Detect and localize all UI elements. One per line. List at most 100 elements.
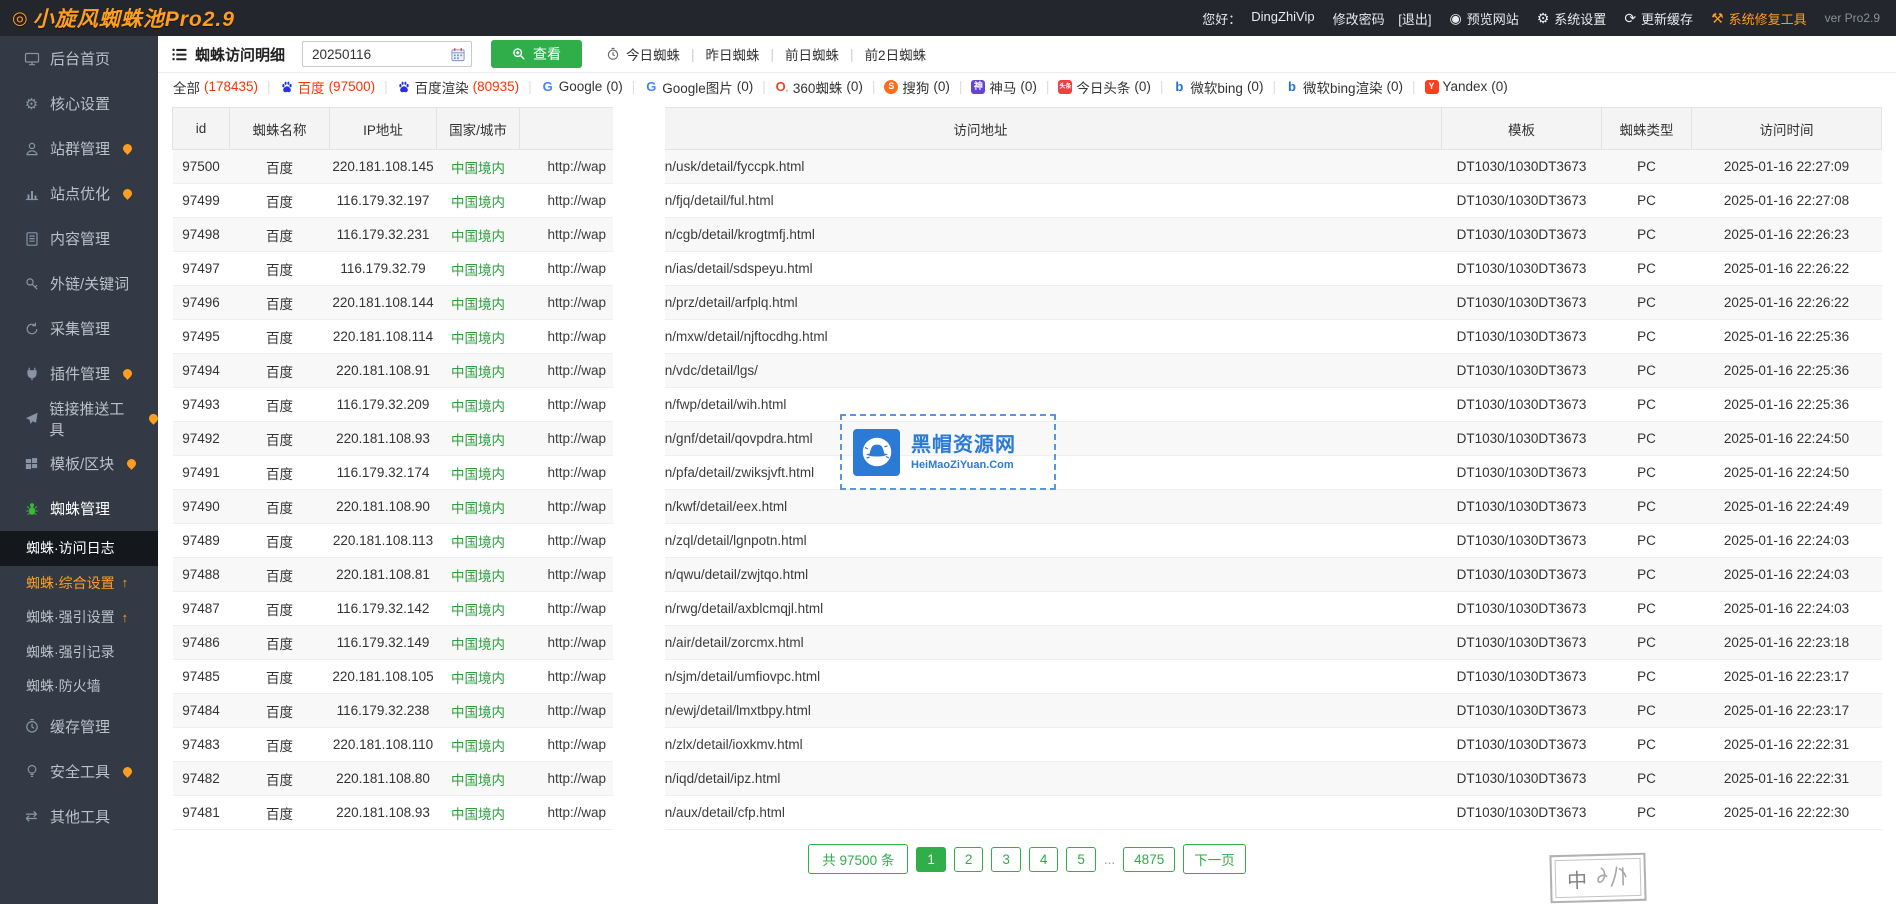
cell-id: 97484 xyxy=(173,694,230,728)
yandex-icon: Y xyxy=(1425,80,1439,94)
logout-link[interactable]: [退出] xyxy=(1398,9,1431,28)
sidebar-item[interactable]: 模板/区块 xyxy=(0,441,158,486)
pin-icon xyxy=(121,367,134,380)
cell-visit-time: 2025-01-16 22:27:08 xyxy=(1692,184,1882,218)
page-button-last[interactable]: 4875 xyxy=(1123,847,1175,872)
sidebar-subitem[interactable]: 蜘蛛·强引设置↑ xyxy=(0,600,158,635)
wrench-icon: ⚒ xyxy=(1711,11,1724,25)
sogou-icon: S xyxy=(884,80,898,94)
cell-spider-name: 百度 xyxy=(230,218,330,252)
stamp-label: 中 xyxy=(1567,864,1588,894)
table-row: 97496百度220.181.108.144中国境内http://wapcn/p… xyxy=(173,286,1882,320)
sidebar-item[interactable]: 安全工具 xyxy=(0,749,158,794)
cell-country: 中国境内 xyxy=(437,694,520,728)
column-header: id xyxy=(173,108,230,150)
topbar-right: 您好：DingZhiVip 修改密码 [退出] ◉预览网站 ⚙系统设置 ⟳更新缓存 ⚒… xyxy=(1202,9,1880,28)
sidebar-subitem[interactable]: 蜘蛛·防火墙 xyxy=(0,669,158,704)
sidebar-subitem[interactable]: 蜘蛛·综合设置↑ xyxy=(0,566,158,601)
sidebar-item[interactable]: 缓存管理 xyxy=(0,704,158,749)
cell-spider-name: 百度 xyxy=(230,694,330,728)
filter-百度[interactable]: 百度(97500) xyxy=(280,77,376,97)
cell-id: 97481 xyxy=(173,796,230,830)
cell-template: DT1030/1030DT3673 xyxy=(1442,728,1602,762)
sidebar-item[interactable]: 站群管理 xyxy=(0,126,158,171)
user-greeting: 您好：DingZhiVip xyxy=(1202,9,1314,28)
filter-Google[interactable]: GGoogle(0) xyxy=(541,79,623,94)
filter-百度渲染[interactable]: 百度渲染(80935) xyxy=(397,77,520,97)
pin-icon xyxy=(121,187,134,200)
refresh-icon: ⟳ xyxy=(1624,11,1636,25)
cell-country: 中国境内 xyxy=(437,286,520,320)
change-password-link[interactable]: 修改密码 [退出] xyxy=(1333,9,1432,28)
repair-tool-link[interactable]: ⚒系统修复工具 xyxy=(1711,9,1807,28)
user-icon xyxy=(23,141,40,157)
quick-link[interactable]: 今日蜘蛛 xyxy=(606,44,680,64)
plug-icon xyxy=(23,366,40,382)
filter-搜狗[interactable]: S搜狗(0) xyxy=(884,77,950,97)
sidebar-item[interactable]: 蜘蛛管理 xyxy=(0,486,158,531)
quick-link[interactable]: 前2日蜘蛛 xyxy=(865,44,927,64)
cell-template: DT1030/1030DT3673 xyxy=(1442,286,1602,320)
page-button-4[interactable]: 4 xyxy=(1029,847,1059,872)
filter-全部[interactable]: 全部(178435) xyxy=(173,77,258,97)
view-button[interactable]: 查看 xyxy=(491,40,582,68)
sidebar-item[interactable]: 外链/关键词 xyxy=(0,261,158,306)
censored-domain-strip xyxy=(613,107,665,830)
filter-Yandex[interactable]: YYandex(0) xyxy=(1425,79,1508,94)
watermark-text: 黑帽资源网 HeiMaoZiYuan.Com xyxy=(911,434,1016,471)
page-title: 蜘蛛访问明细 xyxy=(172,44,285,65)
filter-今日头条[interactable]: 头条今日头条(0) xyxy=(1058,77,1151,97)
table-row: 97494百度220.181.108.91中国境内http://wapcn/vd… xyxy=(173,354,1882,388)
sidebar-item[interactable]: ⇄其他工具 xyxy=(0,794,158,839)
quick-link[interactable]: 昨日蜘蛛 xyxy=(706,44,760,64)
sidebar-item[interactable]: 站点优化 xyxy=(0,171,158,216)
sidebar-item[interactable]: 链接推送工具 xyxy=(0,396,158,441)
cell-spider-name: 百度 xyxy=(230,456,330,490)
cell-spider-name: 百度 xyxy=(230,524,330,558)
filter-神马[interactable]: 神神马(0) xyxy=(971,77,1037,97)
calendar-icon[interactable] xyxy=(450,47,466,62)
cell-visit-time: 2025-01-16 22:27:09 xyxy=(1692,150,1882,184)
baidu-icon xyxy=(280,80,294,94)
topbar: ◎ 小旋风蜘蛛池Pro2.9 您好：DingZhiVip 修改密码 [退出] ◉… xyxy=(0,0,1896,36)
page-button-2[interactable]: 2 xyxy=(954,847,984,872)
cell-ip: 220.181.108.144 xyxy=(330,286,437,320)
cell-spider-type: PC xyxy=(1602,558,1692,592)
cell-country: 中国境内 xyxy=(437,388,520,422)
cell-visit-time: 2025-01-16 22:24:49 xyxy=(1692,490,1882,524)
page-button-3[interactable]: 3 xyxy=(991,847,1021,872)
filter-Google图片[interactable]: GGoogle图片(0) xyxy=(644,77,753,97)
preview-site-link[interactable]: ◉预览网站 xyxy=(1450,9,1519,28)
sidebar-item[interactable]: 后台首页 xyxy=(0,36,158,81)
sidebar-subitem[interactable]: 蜘蛛·访问日志 xyxy=(0,531,158,566)
table-row: 97486百度116.179.32.149中国境内http://wapcn/ai… xyxy=(173,626,1882,660)
cell-spider-type: PC xyxy=(1602,388,1692,422)
page-button-5[interactable]: 5 xyxy=(1066,847,1096,872)
quick-link[interactable]: 前日蜘蛛 xyxy=(785,44,839,64)
filter-微软bing[interactable]: b微软bing(0) xyxy=(1172,77,1263,97)
cell-spider-name: 百度 xyxy=(230,150,330,184)
spider-filterbar: 全部(178435)|百度(97500)|百度渲染(80935)|GGoogle… xyxy=(158,73,1896,100)
cell-spider-name: 百度 xyxy=(230,592,330,626)
cell-ip: 220.181.108.81 xyxy=(330,558,437,592)
next-page-button[interactable]: 下一页 xyxy=(1183,844,1246,874)
clock-icon xyxy=(23,718,40,734)
filter-微软bing渲染[interactable]: b微软bing渲染(0) xyxy=(1285,77,1403,97)
system-settings-link[interactable]: ⚙系统设置 xyxy=(1537,9,1607,28)
date-input[interactable] xyxy=(305,47,450,62)
sidebar-item[interactable]: 内容管理 xyxy=(0,216,158,261)
eye-icon: ◉ xyxy=(1450,11,1462,25)
cell-country: 中国境内 xyxy=(437,422,520,456)
update-cache-link[interactable]: ⟳更新缓存 xyxy=(1624,9,1693,28)
sidebar-item[interactable]: 插件管理 xyxy=(0,351,158,396)
cell-id: 97499 xyxy=(173,184,230,218)
cell-ip: 220.181.108.80 xyxy=(330,762,437,796)
cell-visit-time: 2025-01-16 22:26:23 xyxy=(1692,218,1882,252)
cell-spider-type: PC xyxy=(1602,728,1692,762)
sidebar-subitem[interactable]: 蜘蛛·强引记录 xyxy=(0,635,158,670)
sidebar-item[interactable]: ⚙核心设置 xyxy=(0,81,158,126)
sidebar-item[interactable]: 采集管理 xyxy=(0,306,158,351)
page-button-1[interactable]: 1 xyxy=(916,847,946,872)
table-row: 97484百度116.179.32.238中国境内http://wapcn/ew… xyxy=(173,694,1882,728)
filter-360蜘蛛[interactable]: O,360蜘蛛(0) xyxy=(775,77,863,97)
